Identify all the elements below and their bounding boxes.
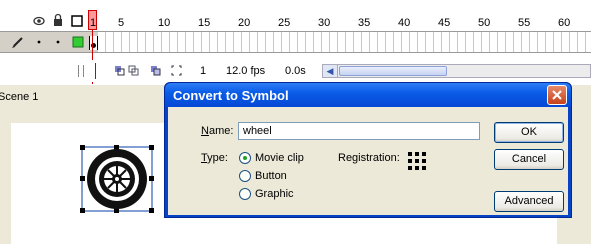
ruler-tick-25: 25 [278,17,291,29]
eye-icon[interactable] [33,16,45,26]
ruler-tick-35: 35 [358,17,371,29]
edit-multiple-frames-icon[interactable] [171,65,182,76]
layer-header-icons [33,13,83,27]
type-option-label: Graphic [255,188,294,200]
lock-icon[interactable] [54,13,62,27]
radio-graphic[interactable] [239,188,251,200]
layer-row-icons [12,36,84,48]
current-frame-tick: 1 [90,17,97,29]
radio-button[interactable] [239,170,251,182]
current-frame-readout: 1 [200,65,207,77]
pencil-icon [12,37,23,48]
timeline-horizontal-scrollbar[interactable]: ◀ [322,64,591,78]
ruler-tick-55: 55 [518,17,531,29]
onion-skin-icon[interactable] [128,65,139,76]
dialog-title: Convert to Symbol [173,88,289,103]
visibility-dot[interactable] [37,40,41,44]
symbol-name-input[interactable] [238,122,480,140]
ruler-tick-15: 15 [198,17,211,29]
convert-to-symbol-dialog: Convert to Symbol Name: Type: Movie clip… [164,82,572,218]
close-icon [552,90,562,100]
scroll-left-icon[interactable]: ◀ [323,65,338,77]
frame-rate-readout[interactable]: 12.0 fps [226,65,265,77]
ruler-tick-5: 5 [118,17,125,29]
type-option-label: Movie clip [255,152,304,164]
ruler-tick-60: 60 [558,17,571,29]
ruler-tick-45: 45 [438,17,451,29]
advanced-button[interactable]: Advanced [494,191,564,212]
ruler-tick-50: 50 [478,17,491,29]
name-label: Name: [201,125,234,137]
frames-strip[interactable] [98,32,591,53]
ruler-tick-40: 40 [398,17,411,29]
ruler-tick-30: 30 [318,17,331,29]
outline-icon[interactable] [71,15,83,27]
type-option-label: Button [255,170,287,182]
ruler-tick-20: 20 [238,17,251,29]
drag-handle-icon[interactable] [78,65,84,77]
registration-label: Registration: [338,152,400,164]
type-label: Type: [201,152,228,164]
scene-label[interactable]: Scene 1 [0,91,38,103]
lock-dot[interactable] [56,40,60,44]
center-frame-icon[interactable] [114,65,125,76]
registration-grid-icon[interactable] [408,152,426,170]
scrollbar-thumb[interactable] [339,66,447,76]
ruler-tick-10: 10 [158,17,171,29]
close-button[interactable] [547,85,567,105]
wheel-graphic[interactable] [80,145,154,213]
elapsed-time-readout: 0.0s [285,65,306,77]
layer-color-swatch[interactable] [72,36,84,48]
onion-outlines-icon[interactable] [150,65,161,76]
dialog-body: Name: Type: Movie clip Button Graphic Re… [168,107,568,215]
radio-movie-clip[interactable] [239,152,251,164]
ok-button[interactable]: OK [494,122,564,143]
timeline-panel: 5 10 15 20 25 30 35 40 45 50 55 60 1 1 12.0 fps 0.0… [0,0,591,85]
dialog-titlebar[interactable]: Convert to Symbol [165,83,571,107]
cancel-button[interactable]: Cancel [494,149,564,170]
status-divider [95,63,96,79]
